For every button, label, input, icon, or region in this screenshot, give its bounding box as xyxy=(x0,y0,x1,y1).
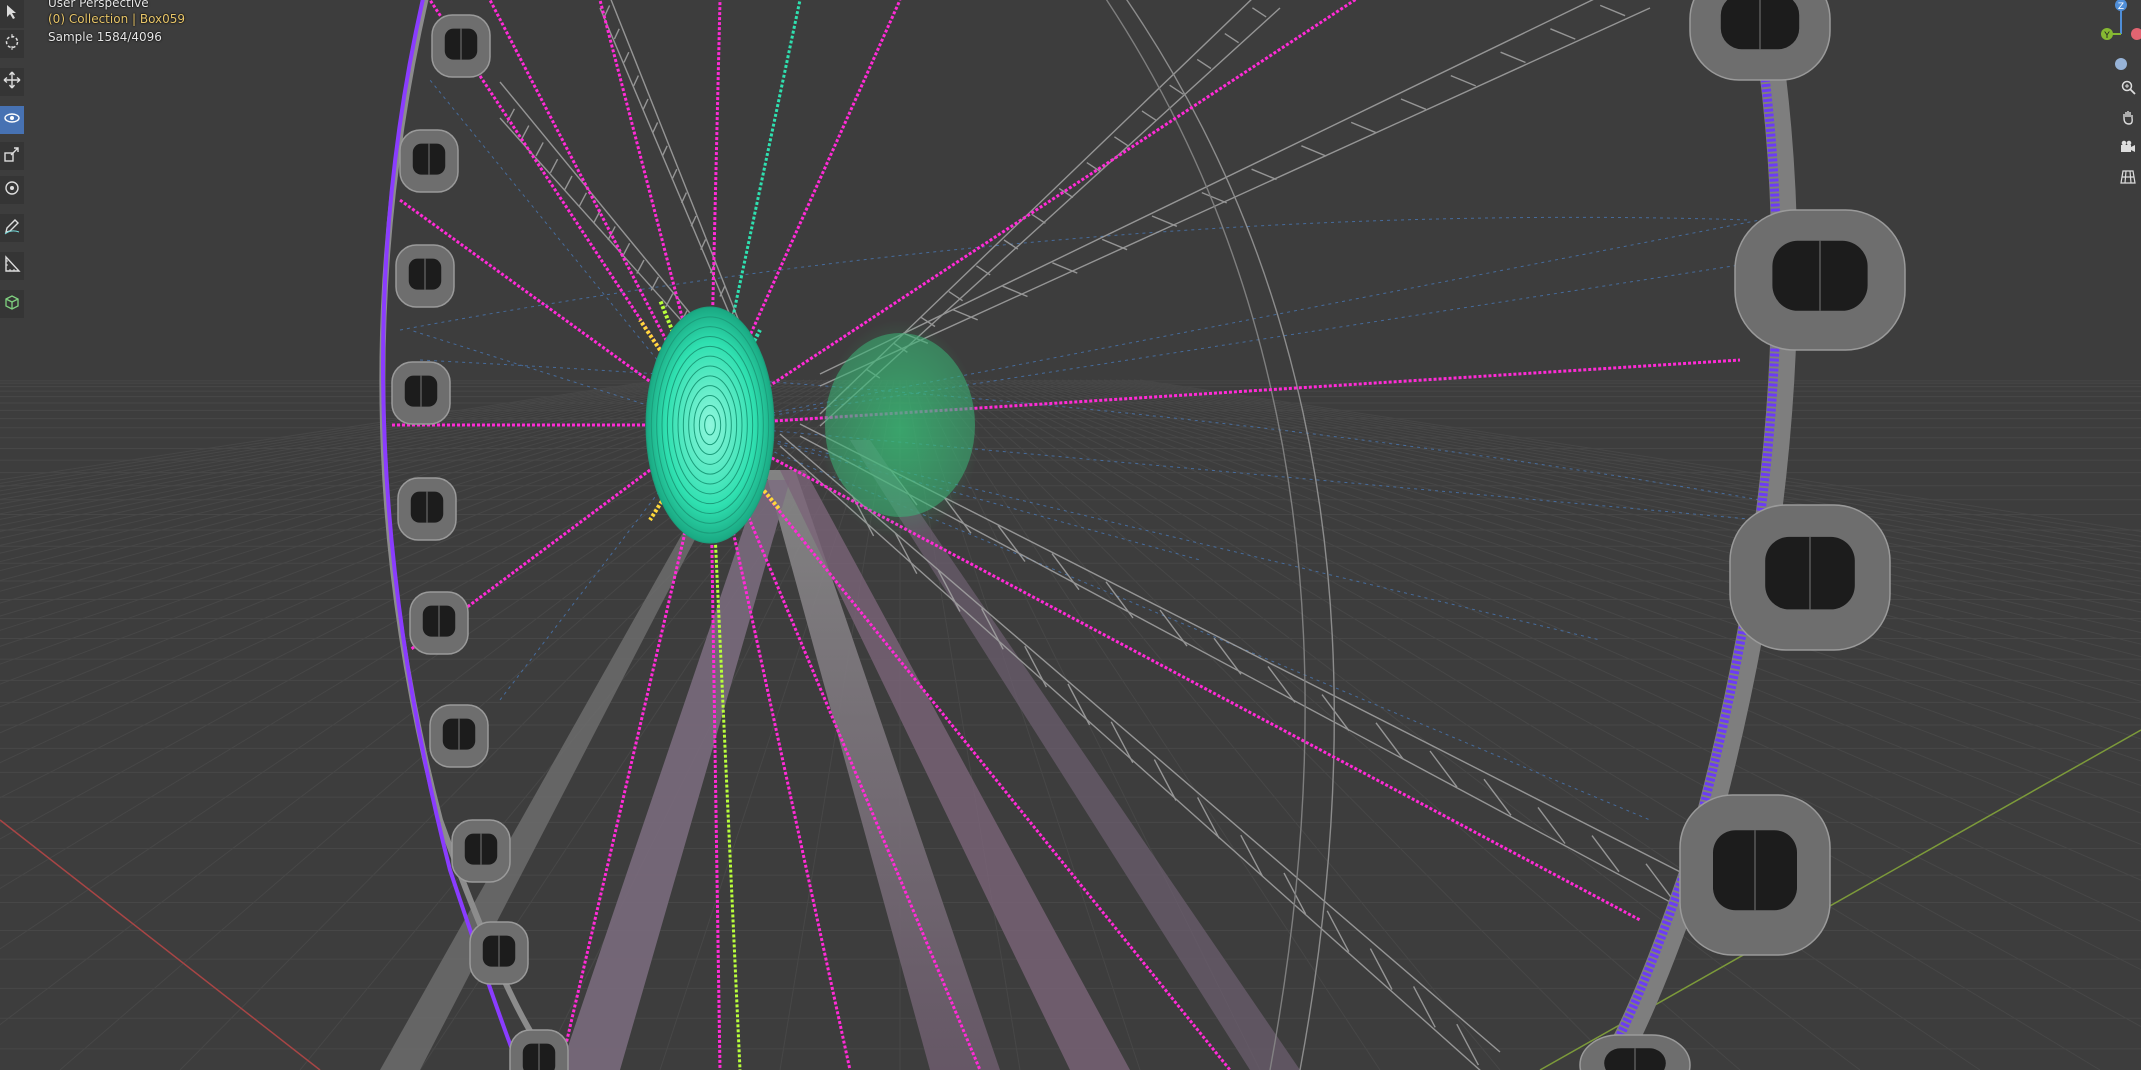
tool-shelf xyxy=(0,0,24,330)
navigation-gizmo[interactable]: Z Y xyxy=(2101,0,2141,80)
pan-button[interactable] xyxy=(2117,108,2139,130)
camera-icon xyxy=(2120,139,2136,159)
x-axis-line xyxy=(0,819,321,1070)
ruler-icon xyxy=(3,255,21,277)
transform-tool[interactable] xyxy=(0,176,24,204)
scale-tool[interactable] xyxy=(0,142,24,170)
annotate-tool[interactable] xyxy=(0,214,24,242)
cursor-tool[interactable] xyxy=(0,30,24,58)
measure-tool[interactable] xyxy=(0,252,24,280)
active-collection-label: (0) Collection | Box059 xyxy=(48,12,186,26)
cursor-select-icon xyxy=(3,3,21,25)
cube-icon xyxy=(3,293,21,315)
rotate-tool[interactable] xyxy=(0,106,24,134)
neg-z-axis-handle[interactable] xyxy=(2115,58,2127,70)
ortho-toggle-button[interactable] xyxy=(2117,168,2139,190)
hub-disc xyxy=(645,306,775,544)
move-tool[interactable] xyxy=(0,68,24,96)
pencil-icon xyxy=(3,217,21,239)
render-sample-counter: Sample 1584/4096 xyxy=(48,30,162,44)
hand-pan-icon xyxy=(2120,109,2136,129)
add-cube-tool[interactable] xyxy=(0,290,24,318)
zoom-icon xyxy=(2120,79,2136,99)
move-arrows-icon xyxy=(3,71,21,93)
3d-cursor-icon xyxy=(3,33,21,55)
scale-icon xyxy=(3,145,21,167)
3d-viewport[interactable]: User Perspective (0) Collection | Box059… xyxy=(0,0,2141,1070)
axis-gizmo: Z Y xyxy=(2101,0,2141,70)
hub-back xyxy=(825,333,975,517)
z-axis-label: Z xyxy=(2118,2,2124,12)
zoom-button[interactable] xyxy=(2117,78,2139,100)
guide-lines xyxy=(399,79,1901,821)
spoke-lights xyxy=(390,0,1741,1070)
camera-view-button[interactable] xyxy=(2117,138,2139,160)
transform-icon xyxy=(3,179,21,201)
y-axis-label: Y xyxy=(2103,31,2110,41)
grid-icon xyxy=(2120,169,2136,189)
select-tool[interactable] xyxy=(0,0,24,28)
rotate-icon xyxy=(3,109,21,131)
render-scene xyxy=(0,0,2141,1070)
x-axis-handle[interactable] xyxy=(2131,28,2141,40)
